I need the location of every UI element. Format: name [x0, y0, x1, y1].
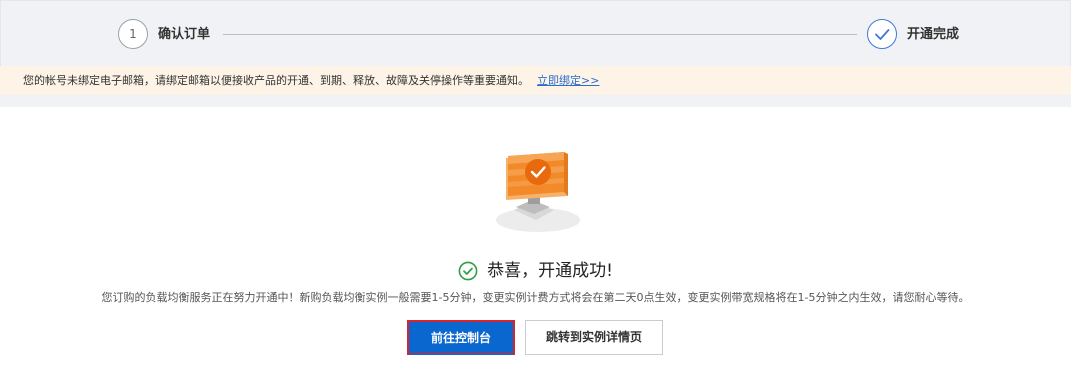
success-description: 您订购的负载均衡服务正在努力开通中！新购负载均衡实例一般需要1-5分钟，变更实例… [101, 291, 970, 304]
computer-illustration [496, 152, 580, 232]
bind-email-link[interactable]: 立即绑定>> [537, 74, 599, 87]
step-connector [223, 34, 857, 35]
go-to-console-label: 前往控制台 [409, 322, 513, 355]
step-2-label: 开通完成 [907, 27, 960, 42]
go-to-console-button[interactable]: 前往控制台 [407, 320, 515, 355]
success-title: 恭喜，开通成功! [487, 261, 613, 281]
check-icon [875, 29, 890, 40]
success-heading: 恭喜，开通成功! [0, 260, 1071, 287]
go-to-instance-details-button[interactable]: 跳转到实例详情页 [525, 320, 663, 355]
email-notice-bar: 您的帐号未绑定电子邮箱，请绑定邮箱以便接收产品的开通、到期、释放、故障及关停操作… [0, 66, 1071, 95]
notice-message: 您的帐号未绑定电子邮箱，请绑定邮箱以便接收产品的开通、到期、释放、故障及关停操作… [23, 66, 599, 95]
step-1-circle: 1 [118, 19, 148, 49]
success-check-icon [458, 261, 478, 281]
step-1-label: 确认订单 [158, 27, 211, 42]
progress-steps: 1 确认订单 开通完成 [0, 0, 1071, 67]
notice-text: 您的帐号未绑定电子邮箱，请绑定邮箱以便接收产品的开通、到期、释放、故障及关停操作… [23, 74, 529, 87]
step-2-circle [867, 19, 897, 49]
section-divider [0, 95, 1071, 107]
